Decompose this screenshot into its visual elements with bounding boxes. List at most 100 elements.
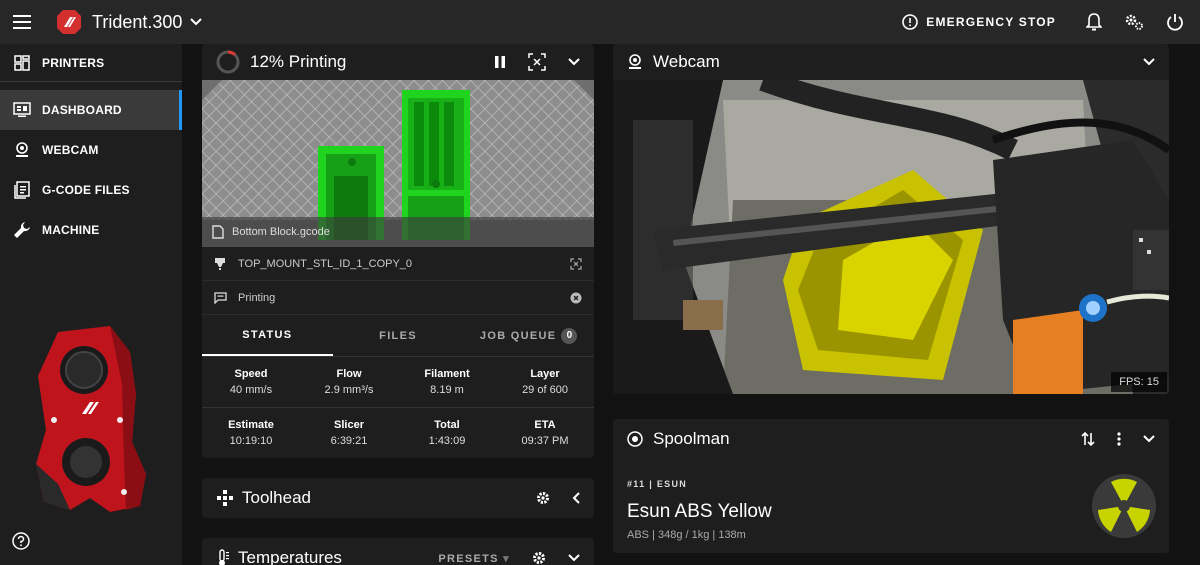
print-status-card: 12% Printing Bottom Block.gcode TOP_MOUN… bbox=[202, 44, 594, 458]
webcam-card: Webcam FPS: 15 bbox=[613, 44, 1169, 394]
file-icon bbox=[12, 180, 32, 200]
app-bar: Trident.300 EMERGENCY STOP bbox=[0, 0, 1200, 44]
stat-total: Total 1:43:09 bbox=[398, 408, 496, 458]
stat-label: Flow bbox=[336, 368, 362, 380]
emergency-stop-label: EMERGENCY STOP bbox=[926, 15, 1056, 29]
print-state: Printing bbox=[238, 291, 276, 304]
brand-logo bbox=[57, 10, 81, 34]
toolhead-header[interactable]: Toolhead bbox=[202, 478, 594, 518]
stat-value: 2.9 mm³/s bbox=[324, 384, 374, 396]
progress-ring bbox=[216, 50, 240, 74]
sidebar-item-machine[interactable]: MACHINE bbox=[0, 210, 182, 250]
message-icon bbox=[214, 291, 230, 304]
sidebar-item-gcode-files[interactable]: G-CODE FILES bbox=[0, 170, 182, 210]
sidebar-item-label: MACHINE bbox=[42, 223, 100, 237]
exclude-object-icon[interactable] bbox=[570, 257, 582, 270]
stat-slicer: Slicer 6:39:21 bbox=[300, 408, 398, 458]
webcam-stream[interactable]: FPS: 15 bbox=[613, 80, 1169, 394]
current-object-row: TOP_MOUNT_STL_ID_1_COPY_0 bbox=[202, 247, 594, 281]
swap-vertical-icon[interactable] bbox=[1081, 431, 1095, 447]
tab-job-queue[interactable]: JOB QUEUE 0 bbox=[463, 315, 594, 356]
stat-label: Layer bbox=[530, 368, 560, 380]
sidebar-item-webcam[interactable]: WEBCAM bbox=[0, 130, 182, 170]
power-icon[interactable] bbox=[1166, 13, 1184, 31]
gear-icon[interactable] bbox=[536, 491, 550, 505]
sidebar-item-label: G-CODE FILES bbox=[42, 183, 130, 197]
more-vertical-icon[interactable] bbox=[1117, 432, 1121, 446]
webcam-frame bbox=[613, 80, 1169, 394]
sidebar-item-printers[interactable]: PRINTERS bbox=[0, 44, 182, 82]
stat-value: 6:39:21 bbox=[330, 435, 368, 447]
stat-estimate: Estimate 10:19:10 bbox=[202, 408, 300, 458]
spool-color-icon bbox=[1092, 474, 1156, 538]
webcam-header[interactable]: Webcam bbox=[613, 44, 1169, 80]
tab-label: FILES bbox=[379, 329, 417, 342]
print-state-row: Printing bbox=[202, 281, 594, 315]
stat-value: 8.19 m bbox=[430, 384, 464, 396]
gear-icon[interactable] bbox=[532, 551, 546, 565]
tab-files[interactable]: FILES bbox=[333, 315, 464, 356]
presets-menu[interactable]: PRESETS ▾ bbox=[438, 552, 510, 565]
printers-icon bbox=[12, 53, 32, 73]
thermometer-icon bbox=[219, 549, 229, 565]
close-circle-icon[interactable] bbox=[570, 292, 582, 304]
job-queue-count-badge: 0 bbox=[561, 327, 578, 344]
sidebar: PRINTERS DASHBOARD WEBCAM G-CODE FILES M… bbox=[0, 44, 182, 565]
move-icon bbox=[217, 490, 233, 506]
sidebar-item-label: PRINTERS bbox=[42, 55, 105, 70]
print-time-stats: Estimate 10:19:10 Slicer 6:39:21 Total 1:43… bbox=[202, 407, 594, 458]
file-name-bar: Bottom Block.gcode bbox=[202, 217, 594, 247]
dashboard-icon bbox=[12, 100, 32, 120]
stat-label: Speed bbox=[234, 368, 268, 380]
webcam-icon bbox=[629, 54, 641, 69]
printer-toolhead-image bbox=[36, 326, 146, 512]
stat-value: 1:43:09 bbox=[428, 435, 466, 447]
chevron-down-icon[interactable] bbox=[190, 18, 203, 26]
stat-filament: Filament 8.19 m bbox=[398, 357, 496, 407]
alert-circle-icon bbox=[902, 14, 919, 30]
sidebar-item-dashboard[interactable]: DASHBOARD bbox=[0, 90, 182, 130]
spoolman-card: Spoolman #11 | ESUN Esun ABS Yellow ABS … bbox=[613, 419, 1169, 553]
app-title[interactable]: Trident.300 bbox=[92, 12, 182, 33]
cancel-object-icon[interactable] bbox=[528, 53, 546, 71]
chevron-down-icon[interactable] bbox=[1143, 435, 1155, 443]
stat-label: ETA bbox=[534, 419, 556, 431]
wrench-icon bbox=[12, 220, 32, 240]
spool-name: Esun ABS Yellow bbox=[627, 501, 772, 522]
print-status-title: 12% Printing bbox=[250, 52, 347, 71]
chevron-down-icon[interactable] bbox=[1143, 58, 1155, 66]
chevron-down-icon[interactable] bbox=[568, 554, 580, 562]
spoolman-title: Spoolman bbox=[653, 429, 730, 448]
stat-label: Estimate bbox=[228, 419, 274, 431]
stat-layer: Layer 29 of 600 bbox=[496, 357, 594, 407]
emergency-stop-button[interactable]: EMERGENCY STOP bbox=[902, 14, 1056, 30]
chevron-left-icon[interactable] bbox=[572, 492, 580, 504]
chevron-down-icon[interactable] bbox=[568, 58, 580, 66]
menu-button[interactable] bbox=[0, 0, 44, 44]
sidebar-item-label: WEBCAM bbox=[42, 143, 99, 157]
toolhead-card: Toolhead bbox=[202, 478, 594, 518]
temperatures-header[interactable]: Temperatures PRESETS ▾ bbox=[202, 538, 594, 565]
help-icon[interactable] bbox=[12, 532, 30, 550]
active-spool[interactable]: #11 | ESUN Esun ABS Yellow ABS | 348g / … bbox=[613, 459, 1169, 561]
stat-flow: Flow 2.9 mm³/s bbox=[300, 357, 398, 407]
file-name[interactable]: Bottom Block.gcode bbox=[232, 226, 330, 238]
settings-icon[interactable] bbox=[1124, 13, 1144, 31]
tab-label: STATUS bbox=[242, 328, 293, 341]
bell-icon[interactable] bbox=[1086, 13, 1102, 31]
file-icon bbox=[212, 225, 224, 239]
spoolman-header[interactable]: Spoolman bbox=[613, 419, 1169, 459]
right-column: Webcam FPS: 15 Spoolman #11 | ESUN Esun … bbox=[613, 44, 1169, 553]
print-status-header: 12% Printing bbox=[202, 44, 594, 80]
print-thumbnail: Bottom Block.gcode bbox=[202, 80, 594, 247]
menu-icon bbox=[13, 15, 31, 29]
print-tabs: STATUS FILES JOB QUEUE 0 bbox=[202, 315, 594, 357]
stat-value: 10:19:10 bbox=[229, 435, 273, 447]
webcam-title: Webcam bbox=[653, 52, 720, 71]
temperatures-card: Temperatures PRESETS ▾ bbox=[202, 538, 594, 565]
pause-icon[interactable] bbox=[494, 55, 506, 69]
current-object-name: TOP_MOUNT_STL_ID_1_COPY_0 bbox=[238, 257, 413, 270]
stat-label: Filament bbox=[424, 368, 470, 380]
stat-label: Total bbox=[434, 419, 460, 431]
tab-status[interactable]: STATUS bbox=[202, 315, 333, 356]
